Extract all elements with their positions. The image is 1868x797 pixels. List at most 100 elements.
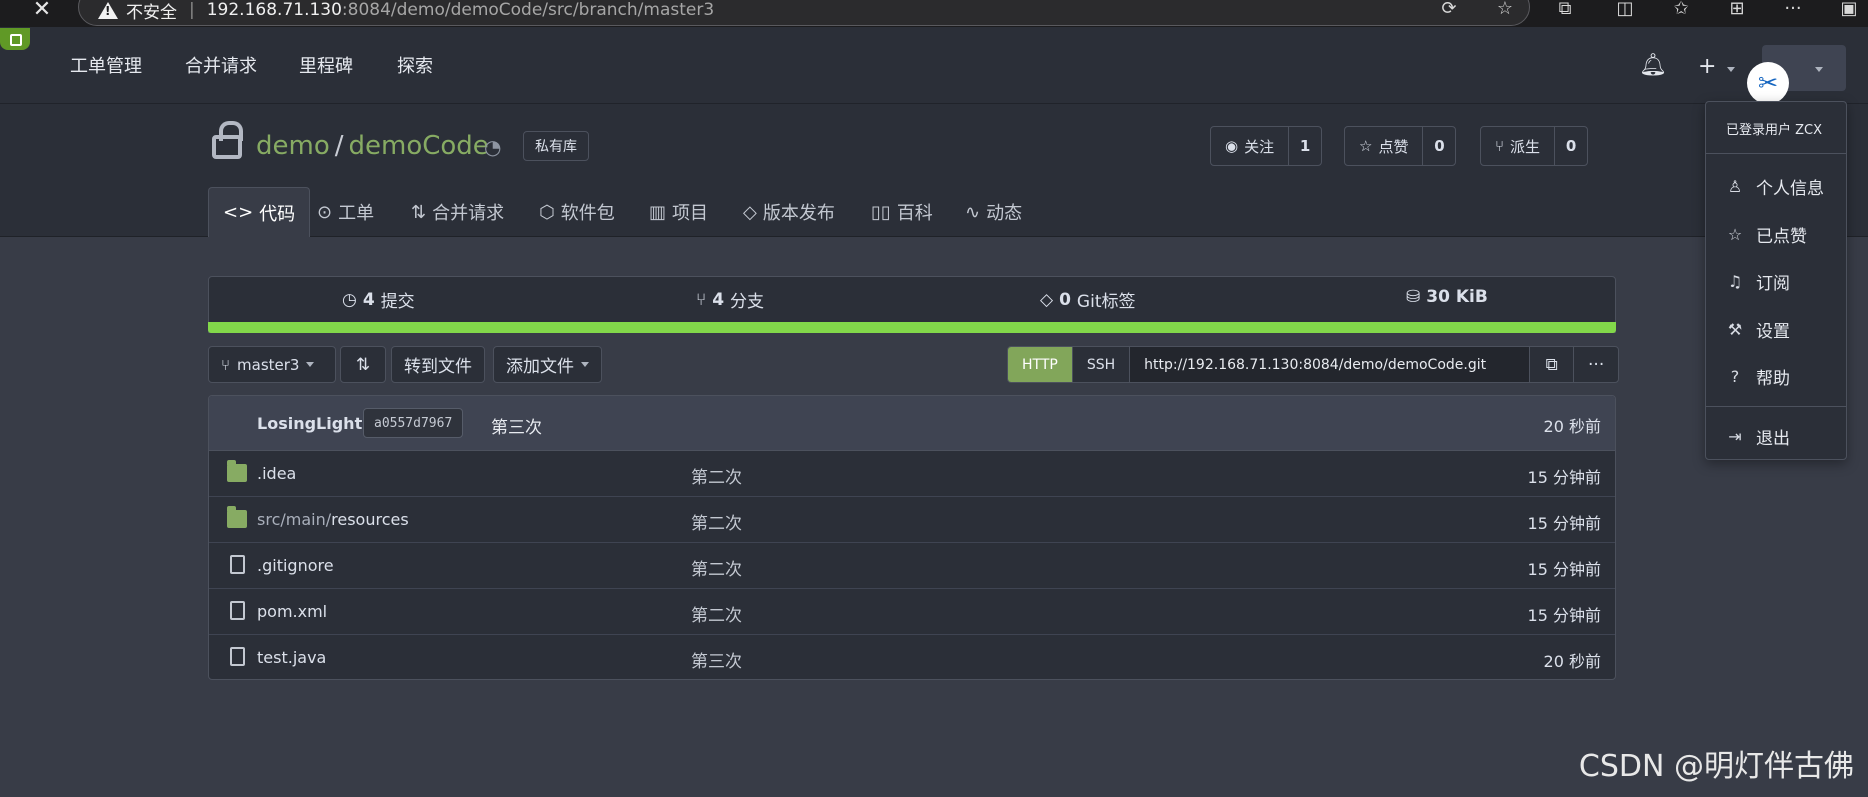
rss-icon[interactable]: ◔ [484,135,501,159]
clone-url-input[interactable]: http://192.168.71.130:8084/demo/demoCode… [1130,347,1531,382]
clone-ssh-button[interactable]: SSH [1073,347,1131,382]
latest-commit-row: LosingLight a0557d7967 第三次 20 秒前 [209,396,1615,451]
commits-count: 4 [362,289,375,310]
tab-issues[interactable]: ⊙ 工单 [317,187,374,237]
pulse-icon: ∿ [965,201,981,223]
file-commit-time: 15 分钟前 [1527,514,1601,533]
commit-sha[interactable]: a0557d7967 [363,408,464,438]
tab-wiki[interactable]: ▯▯ 百科 [871,187,933,237]
tab-projects[interactable]: ▥ 项目 [649,187,708,237]
file-commit-message[interactable]: 第二次 [691,509,742,534]
menu-item-starred[interactable]: ☆ 已点赞 [1726,222,1807,247]
watch-label: 关注 [1244,137,1275,156]
branch-selector[interactable]: ⑂ master3 [208,346,336,383]
goto-file-button[interactable]: 转到文件 [391,346,485,383]
fork-count[interactable]: 0 [1555,127,1587,165]
branches-stat[interactable]: ⑂ 4 分支 [696,287,764,313]
file-name-text: resources [331,510,409,529]
extensions-icon[interactable]: ⧉ [1552,0,1578,22]
user-avatar[interactable]: ✂ [1747,62,1789,104]
file-name[interactable]: pom.xml [257,602,327,621]
compare-button[interactable]: ⇅ [340,346,386,383]
tab-code[interactable]: <> 代码 [208,187,311,237]
signed-in-user: 已登录用户 ZCX [1706,102,1846,154]
issue-circle-icon: ⊙ [317,201,333,223]
table-row[interactable]: pom.xml 第二次 15 分钟前 [209,589,1615,635]
file-name[interactable]: test.java [257,648,326,667]
split-screen-icon[interactable]: ◫ [1612,0,1638,22]
history-icon: ◷ [342,289,357,310]
star-label: 点赞 [1378,137,1409,156]
file-name[interactable]: .idea [257,464,296,483]
commits-label: 提交 [380,292,415,312]
gitea-logo-icon[interactable] [0,28,30,50]
file-commit-message[interactable]: 第二次 [691,601,742,626]
security-label[interactable]: 不安全 [126,0,177,23]
commit-author[interactable]: LosingLight [257,414,362,433]
nav-explore[interactable]: 探索 [397,52,433,78]
file-commit-message[interactable]: 第二次 [691,463,742,488]
star-icon: ☆ [1359,137,1373,155]
collections-icon[interactable]: ⊞ [1724,0,1750,22]
nav-milestones[interactable]: 里程碑 [299,52,353,78]
file-commit-time: 15 分钟前 [1527,468,1601,487]
tab-activity[interactable]: ∿ 动态 [965,187,1022,237]
repo-owner-link[interactable]: demo [256,131,330,161]
table-row[interactable]: .idea 第二次 15 分钟前 [209,451,1615,497]
nav-issues[interactable]: 工单管理 [70,52,142,78]
fork-icon: ⑂ [1495,137,1505,155]
commits-stat[interactable]: ◷ 4 提交 [342,287,415,313]
commit-message[interactable]: 第三次 [491,413,542,438]
refresh-icon[interactable]: ⟳ [1436,0,1462,22]
branch-caret-icon [306,362,315,367]
menu-item-settings[interactable]: ⚒ 设置 [1726,317,1790,342]
tags-stat[interactable]: ◇ 0 Git标签 [1040,287,1135,313]
menu-item-help[interactable]: ? 帮助 [1726,364,1790,389]
menu-item-help-label: 帮助 [1756,369,1790,389]
lock-icon [212,121,243,159]
tab-releases[interactable]: ◇ 版本发布 [743,187,835,237]
menu-item-profile[interactable]: ♙ 个人信息 [1726,174,1824,199]
file-name[interactable]: src/main/resources [257,510,409,529]
sidebar-icon[interactable]: ▣ [1836,0,1862,22]
more-menu-icon[interactable]: ··· [1780,0,1806,22]
tab-packages[interactable]: ⬡ 软件包 [539,187,615,237]
nav-pull-requests[interactable]: 合并请求 [185,52,257,78]
tab-pull-requests[interactable]: ⇅ 合并请求 [411,187,504,237]
create-dropdown-caret-icon[interactable] [1727,67,1735,72]
create-plus-icon[interactable]: + [1698,56,1716,78]
user-menu-caret-icon[interactable] [1815,67,1823,72]
menu-item-subscriptions-label: 订阅 [1756,274,1790,294]
watch-button[interactable]: ◉ 关注 1 [1210,126,1323,166]
table-row[interactable]: test.java 第三次 20 秒前 [209,635,1615,679]
favorite-star-icon[interactable]: ☆ [1492,0,1518,22]
address-url[interactable]: 192.168.71.130:8084/demo/demoCode/src/br… [207,0,714,20]
file-commit-message[interactable]: 第三次 [691,647,742,672]
menu-item-subscriptions[interactable]: ♫ 订阅 [1726,269,1790,294]
add-file-button[interactable]: 添加文件 [493,346,602,383]
add-file-caret-icon [581,362,589,367]
table-row[interactable]: .gitignore 第二次 15 分钟前 [209,543,1615,589]
file-icon [230,601,245,620]
language-stats-bar[interactable] [208,322,1616,333]
file-list: LosingLight a0557d7967 第三次 20 秒前 .idea 第… [208,395,1616,680]
file-commit-message[interactable]: 第二次 [691,555,742,580]
clone-http-button[interactable]: HTTP [1008,347,1073,382]
watch-count[interactable]: 1 [1289,127,1321,165]
repo-name-link[interactable]: demoCode [349,131,489,161]
file-name[interactable]: .gitignore [257,556,334,575]
repo-title: demo / demoCode [256,131,489,161]
file-name-text: .gitignore [257,556,334,575]
close-tab-icon[interactable]: ✕ [28,0,56,22]
notification-bell-icon[interactable]: 🔔︎ [1639,55,1667,77]
menu-item-logout[interactable]: ⇥ 退出 [1726,424,1790,449]
favorites-icon[interactable]: ✩ [1668,0,1694,22]
book-icon: ▯▯ [871,201,891,223]
star-button[interactable]: ☆ 点赞 0 [1344,126,1457,166]
pull-request-icon: ⇅ [411,201,427,223]
table-row[interactable]: src/main/resources 第二次 15 分钟前 [209,497,1615,543]
more-options-icon[interactable]: ··· [1574,347,1618,382]
copy-icon[interactable]: ⧉ [1530,347,1575,382]
star-count[interactable]: 0 [1423,127,1455,165]
fork-button[interactable]: ⑂ 派生 0 [1480,126,1589,166]
